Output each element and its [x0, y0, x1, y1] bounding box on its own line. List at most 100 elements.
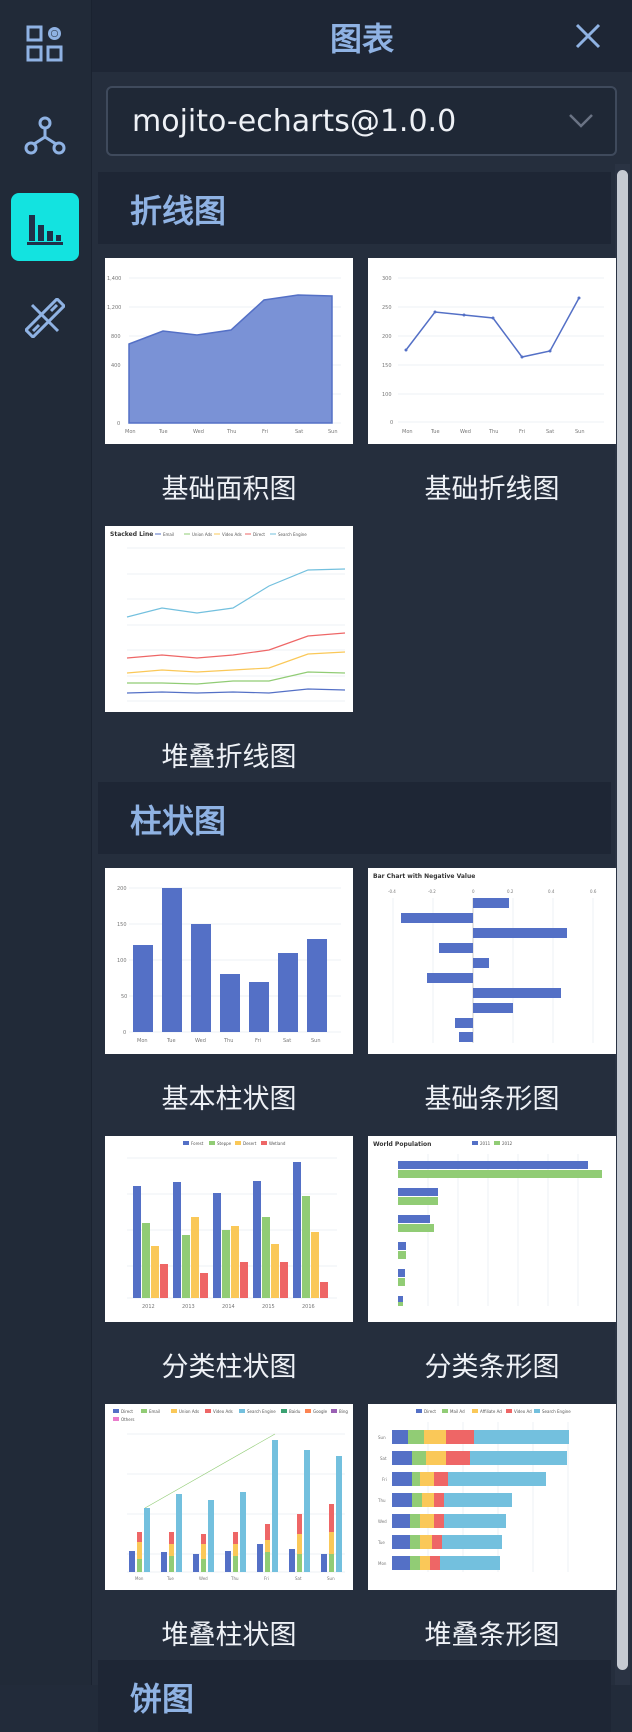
section-line-charts: 折线图 [98, 172, 611, 244]
chart-caption: 堆叠条形图 [424, 1620, 560, 1651]
chart-caption: 分类条形图 [424, 1352, 560, 1383]
section-title: 折线图 [130, 192, 227, 230]
svg-text:Others: Others [121, 1417, 134, 1422]
tools-icon[interactable] [11, 284, 79, 352]
svg-text:Wed: Wed [199, 1576, 208, 1581]
icon-rail [0, 0, 92, 1685]
svg-text:Sat: Sat [380, 1456, 387, 1461]
svg-text:Fri: Fri [519, 429, 525, 435]
svg-text:Search Engine: Search Engine [247, 1409, 276, 1414]
svg-text:150: 150 [382, 363, 392, 369]
chart-card-stacked-horizontal-bar[interactable]: Direct Mail Ad Affiliate Ad Video Ad Sea… [368, 1404, 616, 1590]
svg-text:Fri: Fri [255, 1038, 261, 1044]
svg-text:Fri: Fri [264, 1576, 269, 1581]
legend-entry: Search Engine [278, 532, 307, 537]
svg-text:0.6: 0.6 [590, 889, 597, 894]
legend-entry: 2011 [480, 1141, 491, 1146]
svg-text:-0.2: -0.2 [428, 889, 436, 894]
legend-entry: 2012 [502, 1141, 513, 1146]
svg-text:Tue: Tue [430, 429, 440, 435]
chart-card-grouped-horizontal-bar[interactable]: World Population 2011 2012 [368, 1136, 616, 1322]
graph-nodes-icon[interactable] [11, 102, 79, 170]
svg-text:Thu: Thu [230, 1576, 239, 1581]
svg-text:Sun: Sun [328, 429, 338, 435]
chart-card-basic-bar[interactable]: 200 150 100 50 0 Mon Tue Wed Thu Fri Sat Sun [105, 868, 353, 1054]
svg-text:100: 100 [382, 392, 392, 398]
svg-text:Mon: Mon [135, 1576, 144, 1581]
svg-text:2015: 2015 [262, 1304, 275, 1310]
chart-card-basic-area[interactable]: 1,400 1,200 800 400 0 Mon Tue Wed Thu Fri Sat Sun [105, 258, 353, 444]
chart-card-grouped-bar[interactable]: Forest Steppe Desert Wetland 2012 2013 201… [105, 1136, 353, 1322]
library-select[interactable]: mojito-echarts@1.0.0 [106, 86, 617, 156]
svg-text:0: 0 [390, 420, 393, 426]
svg-text:Mon: Mon [125, 429, 136, 435]
svg-text:Mon: Mon [402, 429, 413, 435]
chart-caption: 分类柱状图 [161, 1352, 297, 1383]
svg-text:Thu: Thu [223, 1038, 233, 1044]
svg-text:1,400: 1,400 [107, 276, 121, 282]
chart-caption: 堆叠折线图 [161, 742, 297, 773]
svg-text:-0.4: -0.4 [388, 889, 396, 894]
legend-entry: Affiliate Ad [480, 1409, 502, 1414]
svg-text:Email: Email [149, 1409, 160, 1414]
svg-text:Wed: Wed [195, 1038, 206, 1044]
svg-text:Mon: Mon [137, 1038, 148, 1044]
chart-caption: 基础折线图 [424, 474, 560, 505]
chart-card-stacked-bar[interactable]: Direct Email Union Ads Video Ads Search … [105, 1404, 353, 1590]
panel-header: 图表 [92, 0, 632, 72]
svg-text:2014: 2014 [222, 1304, 235, 1310]
chart-card-basic-line[interactable]: 300 250 200 150 100 0 Mon Tue Wed Thu Fri Sat Sun [368, 258, 616, 444]
svg-text:100: 100 [117, 958, 127, 964]
svg-text:Direct: Direct [121, 1409, 133, 1414]
svg-text:Thu: Thu [377, 1498, 386, 1503]
svg-text:Baidu: Baidu [289, 1409, 301, 1414]
svg-text:2012: 2012 [142, 1304, 155, 1310]
legend-entry: Search Engine [542, 1409, 571, 1414]
svg-text:Google: Google [313, 1409, 328, 1414]
svg-text:50: 50 [121, 994, 127, 1000]
svg-text:Fri: Fri [262, 429, 268, 435]
close-icon[interactable] [572, 20, 604, 52]
svg-text:Wed: Wed [193, 429, 204, 435]
preview-title: Bar Chart with Negative Value [373, 873, 475, 880]
chart-panel: 图表 mojito-echarts@1.0.0 折线图 1,400 1,200 80… [92, 0, 632, 1732]
svg-text:Wed: Wed [460, 429, 471, 435]
legend-entry: Steppe [217, 1141, 232, 1146]
section-bar-charts: 柱状图 [98, 782, 611, 854]
section-title: 饼图 [130, 1680, 195, 1718]
chart-caption: 基础面积图 [161, 474, 297, 505]
svg-text:Sat: Sat [546, 429, 554, 435]
svg-text:150: 150 [117, 922, 127, 928]
svg-text:800: 800 [111, 334, 121, 340]
section-pie-charts: 饼图 [98, 1660, 611, 1732]
svg-text:Video Ads: Video Ads [213, 1409, 233, 1414]
svg-text:Bing: Bing [339, 1409, 348, 1414]
svg-text:Thu: Thu [488, 429, 498, 435]
legend-entry: Email [163, 532, 174, 537]
svg-text:0: 0 [472, 889, 475, 894]
svg-text:Fri: Fri [382, 1477, 387, 1482]
svg-text:Mon: Mon [378, 1561, 387, 1566]
svg-text:400: 400 [111, 363, 121, 369]
svg-text:0: 0 [117, 421, 120, 427]
scrollbar-thumb[interactable] [617, 170, 628, 1670]
svg-text:200: 200 [382, 334, 392, 340]
chart-card-stacked-line[interactable]: Stacked Line Email Union Ads Video Ads D… [105, 526, 353, 712]
preview-title: World Population [373, 1141, 431, 1148]
bar-chart-icon[interactable] [11, 193, 79, 261]
svg-text:Thu: Thu [226, 429, 236, 435]
svg-text:250: 250 [382, 305, 392, 311]
legend-entry: Direct [253, 532, 265, 537]
svg-text:Tue: Tue [158, 429, 168, 435]
svg-text:0.2: 0.2 [507, 889, 514, 894]
svg-text:Tue: Tue [166, 1038, 176, 1044]
svg-text:Sun: Sun [378, 1435, 386, 1440]
svg-text:Sat: Sat [295, 429, 303, 435]
svg-text:Sun: Sun [327, 1576, 335, 1581]
chevron-down-icon [569, 114, 593, 128]
svg-text:Union Ads: Union Ads [179, 1409, 199, 1414]
svg-text:Sun: Sun [311, 1038, 321, 1044]
components-gear-icon[interactable] [11, 10, 79, 78]
svg-text:2016: 2016 [302, 1304, 315, 1310]
chart-card-basic-horizontal-bar[interactable]: Bar Chart with Negative Value -0.4 -0.2 0 0… [368, 868, 616, 1054]
